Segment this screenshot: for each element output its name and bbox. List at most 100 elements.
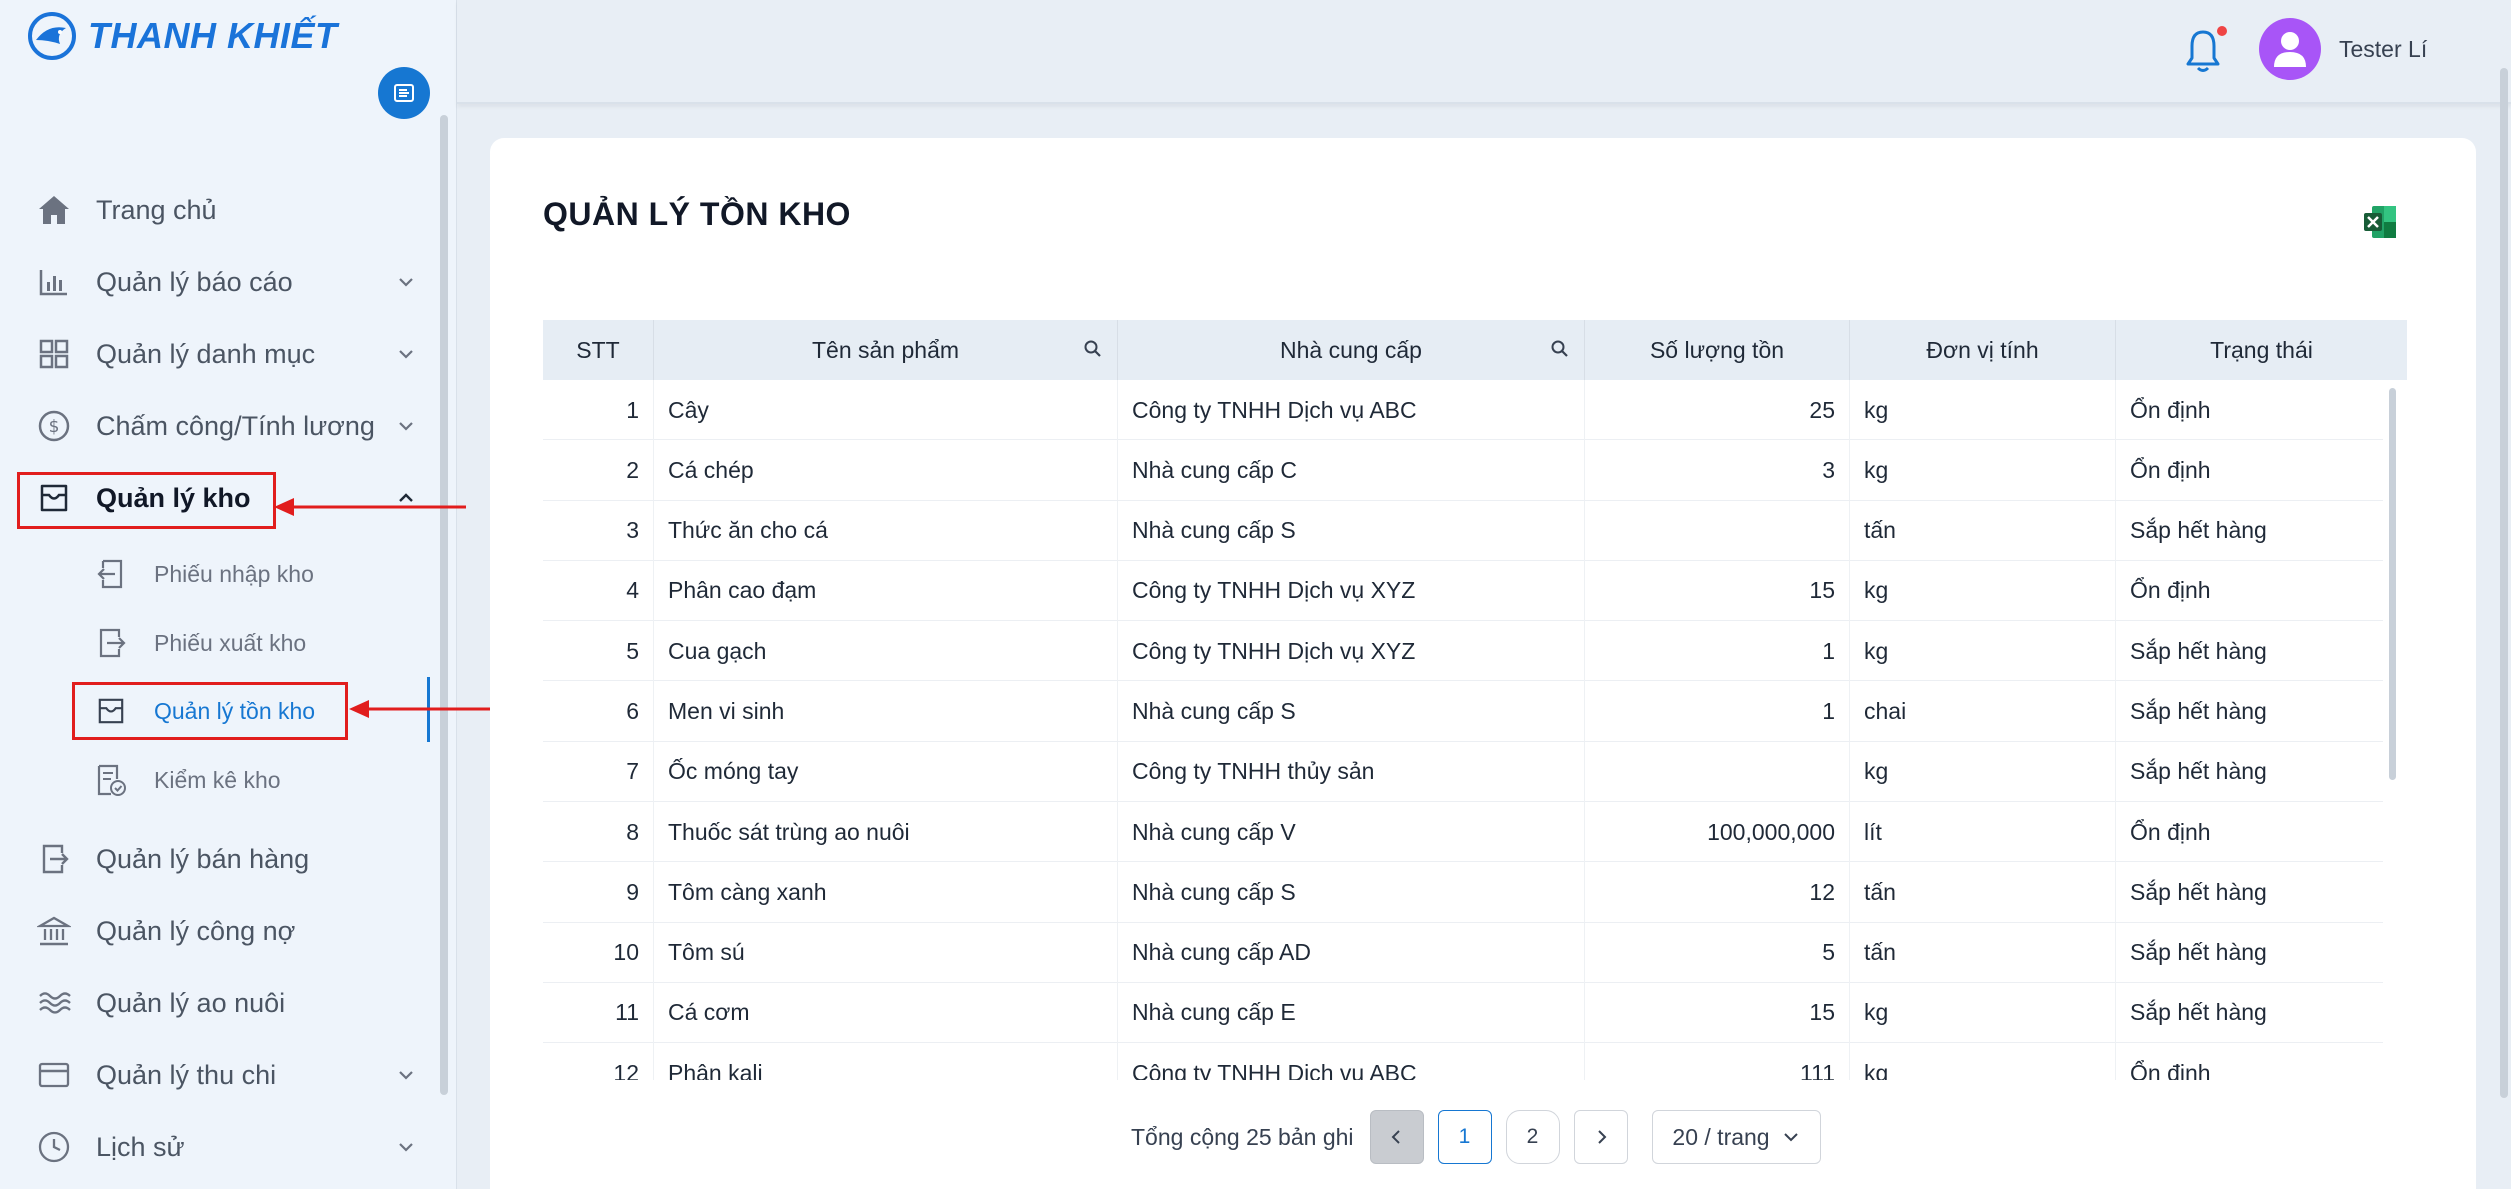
chevron-down-icon [399, 350, 413, 359]
sidebar-item-label: Quản lý ao nuôi [96, 987, 286, 1018]
active-indicator [427, 677, 430, 742]
table-row[interactable]: 4 Phân cao đạm Công ty TNHH Dịch vụ XYZ 15 k… [543, 560, 2383, 622]
avatar[interactable] [2259, 18, 2321, 80]
table-cell: 10 [543, 922, 654, 983]
inbox-icon [36, 480, 72, 516]
table-cell: Men vi sinh [654, 681, 1118, 742]
sidebar-item-home[interactable]: Trang chủ [36, 182, 416, 238]
table-row[interactable]: 6 Men vi sinh Nhà cung cấp S 1 chai Sắp hết h… [543, 681, 2383, 742]
sidebar-item-cashflow[interactable]: Quản lý thu chi [36, 1047, 416, 1103]
column-header-supplier: Nhà cung cấp [1118, 320, 1585, 380]
table-cell: Công ty TNHH Dịch vụ ABC [1118, 1043, 1585, 1080]
table-cell: lít [1850, 802, 2116, 863]
search-icon[interactable] [1550, 339, 1570, 359]
column-header: Trạng thái [2210, 336, 2313, 363]
table-cell: Cây [654, 380, 1118, 440]
chevron-right-icon [1597, 1130, 1606, 1144]
table-row[interactable]: 2 Cá chép Nhà cung cấp C 3 kg Ổn định [543, 440, 2383, 501]
table-cell: Công ty TNHH thủy sản [1118, 741, 1585, 802]
table-cell: kg [1850, 440, 2116, 501]
table-cell: Nhà cung cấp S [1118, 500, 1585, 561]
sidebar-subitem-import[interactable]: Phiếu nhập kho [94, 546, 424, 602]
table-cell: Ổn định [2130, 456, 2211, 483]
collapse-sidebar-button[interactable] [378, 67, 430, 119]
sidebar-item-debt[interactable]: Quản lý công nợ [36, 903, 416, 959]
table-cell: 9 [543, 862, 654, 923]
table-row[interactable]: 12 Phân kali Công ty TNHH Dịch vụ ABC 111 kg… [543, 1043, 2383, 1080]
table-cell: 100,000,000 [1585, 802, 1850, 863]
sidebar-item-catalog[interactable]: Quản lý danh mục [36, 326, 416, 382]
sidebar-subitem-export[interactable]: Phiếu xuất kho [94, 615, 424, 671]
table-cell: 5 [1585, 922, 1850, 983]
export-doc-icon [94, 626, 128, 660]
sidebar-item-sales[interactable]: Quản lý bán hàng [36, 831, 416, 887]
table-cell: Ốc móng tay [654, 741, 1118, 802]
table-row[interactable]: 9 Tôm càng xanh Nhà cung cấp S 12 tấn Sắp hết… [543, 862, 2383, 923]
table-cell: 25 [1585, 380, 1850, 440]
table-scrollbar[interactable] [2389, 388, 2396, 780]
prev-page-button[interactable] [1369, 1110, 1424, 1164]
sidebar-item-reports[interactable]: Quản lý báo cáo [36, 254, 416, 310]
inbox-icon [94, 694, 128, 728]
table-cell: kg [1850, 1043, 2116, 1080]
brand-logo[interactable]: THANH KHIẾT [26, 10, 337, 62]
main-scrollbar[interactable] [2500, 68, 2508, 1098]
table-cell: Thuốc sát trùng ao nuôi [654, 802, 1118, 863]
sidebar-item-ponds[interactable]: Quản lý ao nuôi [36, 975, 416, 1031]
sidebar-scrollbar[interactable] [440, 115, 448, 1095]
chevron-up-icon [399, 493, 413, 502]
sidebar-item-payroll[interactable]: $ Chấm công/Tính lương [36, 398, 416, 454]
notification-button[interactable] [2183, 26, 2227, 76]
table-header: STT Tên sản phẩm Nhà cung cấp Số lượng t… [543, 320, 2407, 380]
brand-name: THANH KHIẾT [88, 15, 338, 56]
inventory-table: STT Tên sản phẩm Nhà cung cấp Số lượng t… [543, 320, 2407, 1080]
sidebar-item-label: Chấm công/Tính lương [96, 410, 375, 441]
credit-card-icon [36, 1057, 72, 1093]
search-icon[interactable] [1083, 339, 1103, 359]
export-excel-button[interactable] [2362, 204, 2398, 240]
page-button-2[interactable]: 2 [1505, 1110, 1560, 1164]
table-cell: 12 [543, 1043, 654, 1080]
table-cell: chai [1850, 681, 2116, 742]
sales-doc-icon [36, 841, 72, 877]
page-button-1[interactable]: 1 [1437, 1110, 1492, 1164]
table-cell [1585, 741, 1850, 802]
table-cell: 3 [1585, 440, 1850, 501]
table-row[interactable]: 1 Cây Công ty TNHH Dịch vụ ABC 25 kg Ổn định [543, 380, 2383, 441]
sidebar-subitem-inventory[interactable]: Quản lý tồn kho [94, 683, 424, 739]
grid-icon [36, 336, 72, 372]
table-cell: kg [1850, 560, 2116, 621]
table-cell: kg [1850, 621, 2116, 682]
svg-text:$: $ [49, 417, 60, 437]
clock-icon [36, 1129, 72, 1165]
column-header-product: Tên sản phẩm [654, 320, 1118, 380]
table-cell: kg [1850, 741, 2116, 802]
excel-icon [2364, 206, 2396, 238]
table-row[interactable]: 10 Tôm sú Nhà cung cấp AD 5 tấn Sắp hết hàng [543, 922, 2383, 983]
table-row[interactable]: 3 Thức ăn cho cá Nhà cung cấp S tấn Sắp hết … [543, 500, 2383, 561]
chevron-down-icon [1783, 1133, 1798, 1142]
sidebar-item-warehouse[interactable]: Quản lý kho [36, 470, 416, 526]
user-icon [2274, 32, 2306, 67]
table-cell: Ổn định [2130, 1059, 2211, 1080]
user-name[interactable]: Tester Lí [2339, 36, 2427, 63]
table-row[interactable]: 7 Ốc móng tay Công ty TNHH thủy sản kg Sắp h… [543, 741, 2383, 803]
table-row[interactable]: 11 Cá cơm Nhà cung cấp E 15 kg Sắp hết hàng [543, 982, 2383, 1044]
table-cell: Sắp hết hàng [2130, 758, 2267, 785]
chevron-down-icon [399, 1071, 413, 1080]
column-header-label: Tên sản phẩm [811, 336, 960, 363]
table-row[interactable]: 8 Thuốc sát trùng ao nuôi Nhà cung cấp V 10… [543, 802, 2383, 863]
next-page-button[interactable] [1573, 1110, 1628, 1164]
sidebar-item-label: Quản lý bán hàng [96, 843, 310, 874]
sidebar-subitem-stocktake[interactable]: Kiểm kê kho [94, 752, 424, 808]
table-cell: kg [1850, 982, 2116, 1043]
table-row[interactable]: 5 Cua gạch Công ty TNHH Dịch vụ XYZ 1 kg Sắp … [543, 621, 2383, 682]
home-icon [36, 192, 72, 228]
fish-logo-icon [28, 12, 76, 60]
table-cell: Thức ăn cho cá [654, 500, 1118, 561]
page-size-select[interactable]: 20 / trang [1651, 1110, 1821, 1164]
table-cell: Cá chép [654, 440, 1118, 501]
column-header: Đơn vị tính [1850, 320, 2116, 380]
sidebar-item-history[interactable]: Lịch sử [36, 1119, 416, 1175]
dollar-circle-icon: $ [36, 408, 72, 444]
